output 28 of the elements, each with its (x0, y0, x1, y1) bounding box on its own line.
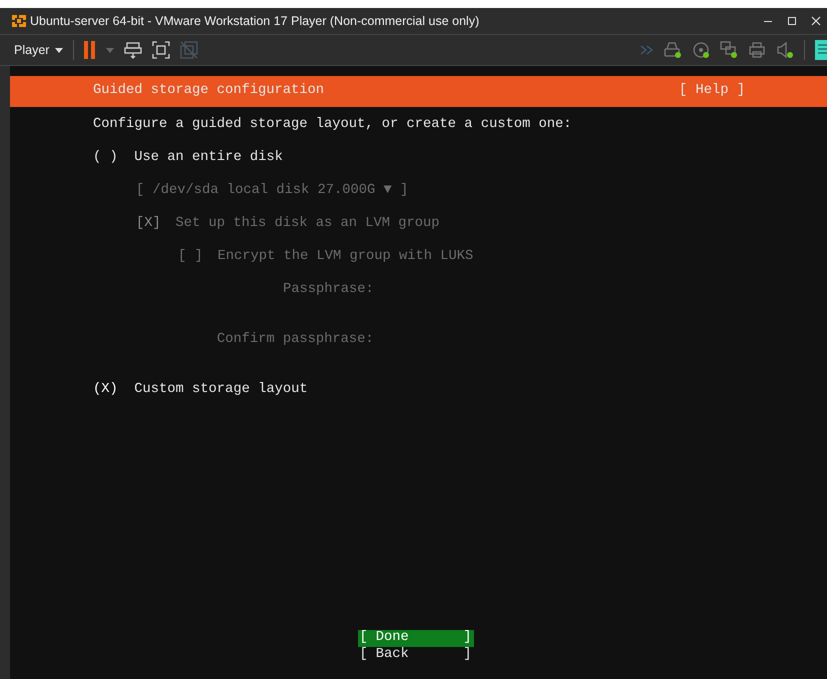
message-icon[interactable] (815, 40, 827, 60)
close-icon[interactable] (811, 16, 821, 26)
speaker-icon[interactable] (776, 41, 794, 59)
send-keys-icon[interactable] (124, 41, 142, 59)
option-label: Set up this disk as an LVM group (176, 216, 440, 232)
disc-icon[interactable] (692, 41, 710, 59)
field-label: Passphrase: (282, 282, 374, 298)
fullscreen-icon[interactable] (152, 41, 170, 59)
caret-icon[interactable] (55, 48, 64, 52)
done-button[interactable]: [ Done ] (358, 630, 474, 646)
radio-button[interactable]: (X) (93, 382, 134, 398)
option-label: Custom storage layout (134, 382, 308, 398)
radio-button[interactable]: ( ) (93, 150, 134, 166)
option-label: Use an entire disk (134, 150, 283, 166)
screen-title: Guided storage configuration (93, 83, 324, 100)
window-title: Ubuntu-server 64-bit - VMware Workstation 17 Player (Non-commercial use only) (30, 14, 480, 28)
maximize-icon[interactable] (787, 16, 797, 26)
prompt-text: Configure a guided storage layout, or create a custom one: (93, 116, 572, 133)
network-icon[interactable] (720, 41, 738, 59)
option-label: Encrypt the LVM group with LUKS (218, 248, 474, 265)
player-menu[interactable]: Player (14, 43, 64, 57)
field-label: Confirm passphrase: (216, 332, 374, 348)
pause-icon[interactable] (84, 41, 96, 59)
help-link[interactable]: [ Help ] (678, 83, 745, 100)
back-button[interactable]: [ Back ] (358, 646, 474, 663)
vmware-logo-icon (11, 13, 27, 29)
hard-disk-icon[interactable] (664, 41, 682, 59)
printer-icon[interactable] (748, 41, 766, 59)
